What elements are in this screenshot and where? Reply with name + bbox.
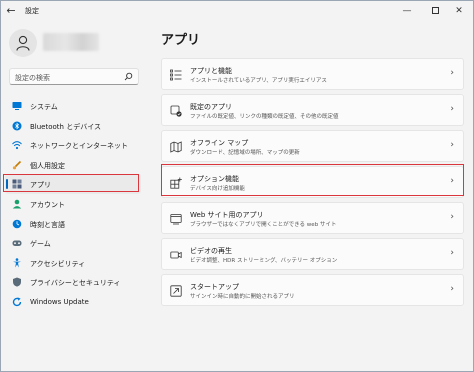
sidebar-item-bluetooth[interactable]: Bluetooth とデバイス [5,116,141,136]
sidebar-item-label: ネットワークとインターネット [30,142,128,151]
web-app-icon [170,214,182,225]
card-subtitle: ファイルの既定値、リンクの種類の既定値、その他の既定値 [190,114,339,120]
chevron-right-icon: › [450,248,454,258]
maximize-icon [431,7,439,14]
sidebar-item-system[interactable]: システム [5,96,141,116]
sidebar-nav: システム Bluetooth とデバイス ネットワークとインターネット 個人用設… [5,96,141,312]
back-button[interactable]: ← [4,4,18,18]
sidebar-item-privacy[interactable]: プライバシーとセキュリティ [5,272,141,292]
sidebar-item-label: アクセシビリティ [30,259,86,268]
card-apps-features[interactable]: アプリと機能 インストールされているアプリ、アプリ実行エイリアス › [161,58,464,90]
sidebar-item-accessibility[interactable]: アクセシビリティ [5,253,141,273]
sidebar-item-label: 個人用設定 [30,161,65,170]
video-icon [170,251,182,259]
sidebar-item-label: 時刻と言語 [30,220,65,229]
user-name-redacted [43,33,99,51]
card-subtitle: サインイン時に自動的に開始されるアプリ [190,294,295,300]
sidebar-item-label: システム [30,103,58,111]
card-apps-for-websites[interactable]: Web サイト用のアプリ ブラウザーではなくアプリで開くことができる web サ… [161,202,464,234]
card-optional-features[interactable]: オプション機能 デバイス向け追加機能 › [161,166,464,198]
sidebar-item-gaming[interactable]: ゲーム [5,233,141,253]
card-subtitle: ブラウザーではなくアプリで開くことができる web サイト [190,222,337,228]
optional-features-icon [170,177,182,189]
chevron-right-icon: › [450,284,454,294]
map-icon [170,141,182,153]
network-icon [12,141,22,150]
list-icon [170,69,182,81]
sidebar-item-label: Windows Update [30,297,89,306]
close-button[interactable]: ✕ [445,1,473,21]
sidebar-item-time-language[interactable]: 時刻と言語 [5,214,141,234]
startup-icon [170,285,182,297]
chevron-right-icon: › [450,176,454,186]
settings-card-list: アプリと機能 インストールされているアプリ、アプリ実行エイリアス › 既定のアプ… [161,58,464,310]
avatar [9,29,37,57]
window-title: 設定 [25,7,39,15]
card-title: Web サイト用のアプリ [190,211,264,219]
search-input[interactable]: 設定の検索 [9,68,139,85]
card-startup[interactable]: スタートアップ サインイン時に自動的に開始されるアプリ › [161,274,464,306]
settings-window: ← 設定 — ✕ 設定の検索 システム Bluetooth とデバイス ネットワ… [0,0,474,372]
gamepad-icon [12,240,22,247]
default-apps-icon [170,105,182,117]
sidebar-item-apps[interactable]: アプリ [5,174,141,194]
sidebar-item-windows-update[interactable]: Windows Update [5,292,141,312]
page-title: アプリ [161,33,201,48]
bluetooth-icon [12,121,22,131]
chevron-right-icon: › [450,140,454,150]
card-video-playback[interactable]: ビデオの再生 ビデオ調整、HDR ストリーミング、バッテリー オプション › [161,238,464,270]
apps-icon [12,179,22,189]
card-title: オフライン マップ [190,139,249,147]
brush-icon [12,160,22,170]
sidebar-item-personalization[interactable]: 個人用設定 [5,155,141,175]
card-title: 既定のアプリ [190,103,232,111]
sidebar-item-label: プライバシーとセキュリティ [30,279,121,288]
chevron-right-icon: › [450,68,454,78]
sidebar-item-label: アカウント [30,200,65,209]
sidebar-item-accounts[interactable]: アカウント [5,194,141,214]
card-title: オプション機能 [190,175,239,183]
sidebar-item-label: ゲーム [30,240,51,249]
search-placeholder: 設定の検索 [15,74,50,82]
card-subtitle: インストールされているアプリ、アプリ実行エイリアス [190,78,327,84]
sidebar-item-label: Bluetooth とデバイス [30,122,101,131]
card-default-apps[interactable]: 既定のアプリ ファイルの既定値、リンクの種類の既定値、その他の既定値 › [161,94,464,126]
chevron-right-icon: › [450,104,454,114]
chevron-right-icon: › [450,212,454,222]
card-title: アプリと機能 [190,67,232,75]
card-subtitle: デバイス向け追加機能 [190,186,245,192]
shield-icon [13,277,21,287]
sidebar-item-network[interactable]: ネットワークとインターネット [5,135,141,155]
monitor-icon [12,102,22,110]
accessibility-icon [13,258,21,268]
title-bar: ← 設定 — ✕ [1,1,473,21]
search-icon [124,72,133,81]
card-offline-maps[interactable]: オフライン マップ ダウンロード、記憶域の場所、マップの更新 › [161,130,464,162]
card-subtitle: ビデオ調整、HDR ストリーミング、バッテリー オプション [190,258,338,264]
person-icon [16,35,30,51]
minimize-button[interactable]: — [393,1,421,21]
card-subtitle: ダウンロード、記憶域の場所、マップの更新 [190,150,300,156]
account-icon [12,199,22,209]
card-title: ビデオの再生 [190,247,232,255]
globe-clock-icon [12,219,22,228]
card-title: スタートアップ [190,283,239,291]
update-icon [12,297,22,307]
sidebar-item-label: アプリ [30,181,51,190]
